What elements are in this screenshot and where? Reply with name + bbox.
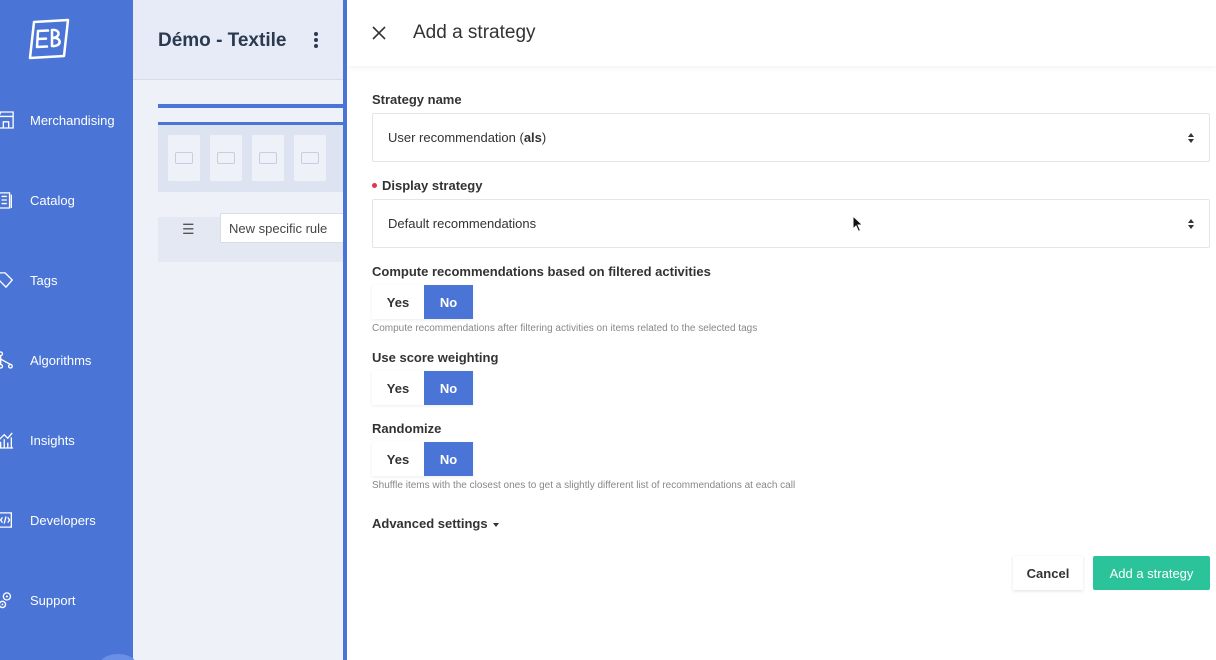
- sidebar-item-merchandising[interactable]: Merchandising: [0, 100, 133, 140]
- progress-bar: [158, 104, 345, 108]
- score-weighting-label: Use score weighting: [372, 350, 499, 365]
- caret-down-icon: [492, 522, 499, 527]
- compute-filtered-toggle: Yes No: [372, 285, 473, 319]
- select-arrows-icon: [1187, 133, 1195, 145]
- tag-icon: [0, 268, 14, 292]
- display-strategy-value: Default recommendations: [388, 216, 537, 231]
- code-icon: [0, 508, 14, 532]
- drag-handle-icon[interactable]: ☰: [182, 221, 195, 238]
- compute-filtered-label: Compute recommendations based on filtere…: [372, 264, 711, 279]
- strategy-name-value: User recommendation (als): [388, 130, 547, 145]
- sidebar-item-support[interactable]: Support: [0, 580, 133, 620]
- strategy-name-label: Strategy name: [372, 92, 462, 107]
- display-strategy-select[interactable]: Default recommendations: [372, 199, 1210, 248]
- compute-filtered-help: Compute recommendations after filtering …: [372, 323, 758, 334]
- sidebar-item-algorithms[interactable]: Algorithms: [0, 340, 133, 380]
- required-indicator: [372, 183, 377, 189]
- randomize-help: Shuffle items with the closest ones to g…: [372, 480, 796, 491]
- close-icon[interactable]: [371, 25, 387, 41]
- chart-icon: [0, 428, 14, 452]
- gears-icon: [0, 588, 14, 612]
- add-strategy-panel: Add a strategy Strategy name User recomm…: [343, 0, 1216, 660]
- sidebar-item-developers[interactable]: Developers: [0, 500, 133, 540]
- sidebar-item-insights[interactable]: Insights: [0, 420, 133, 460]
- add-strategy-button[interactable]: Add a strategy: [1093, 556, 1210, 590]
- display-strategy-label: Display strategy: [372, 178, 482, 193]
- catalog-icon: [0, 188, 14, 212]
- sidebar-item-label: Developers: [30, 512, 96, 528]
- sidebar-item-label: Support: [30, 592, 76, 608]
- sidebar-item-catalog[interactable]: Catalog: [0, 180, 133, 220]
- sidebar-item-label: Insights: [30, 432, 75, 448]
- panel-title: Add a strategy: [413, 22, 536, 43]
- thumbnail-image: [210, 135, 242, 181]
- cancel-button[interactable]: Cancel: [1013, 556, 1083, 590]
- compute-filtered-yes-button[interactable]: Yes: [372, 285, 424, 319]
- randomize-label: Randomize: [372, 421, 442, 436]
- randomize-no-button[interactable]: No: [424, 442, 473, 476]
- logo-icon[interactable]: [26, 18, 72, 60]
- sidebar-item-label: Catalog: [30, 192, 75, 208]
- rule-name-field[interactable]: New specific rule: [220, 213, 345, 243]
- sidebar: Merchandising Catalog Tags Algorithms In…: [0, 0, 136, 660]
- thumbnail-image: [168, 135, 200, 181]
- randomize-yes-button[interactable]: Yes: [372, 442, 424, 476]
- sidebar-item-label: Tags: [30, 272, 58, 288]
- storefront-icon: [0, 108, 14, 132]
- score-weighting-no-button[interactable]: No: [424, 371, 473, 405]
- select-arrows-icon: [1187, 219, 1195, 231]
- thumbnail-image: [252, 135, 284, 181]
- sidebar-item-label: Merchandising: [30, 112, 115, 128]
- kebab-menu-icon[interactable]: [308, 30, 324, 50]
- page-title: Démo - Textile: [158, 30, 287, 51]
- score-weighting-yes-button[interactable]: Yes: [372, 371, 424, 405]
- mouse-cursor-icon: [852, 214, 864, 233]
- randomize-toggle: Yes No: [372, 442, 473, 476]
- help-bubble[interactable]: [100, 654, 136, 660]
- panel-header: Add a strategy: [347, 0, 1216, 66]
- score-weighting-toggle: Yes No: [372, 371, 473, 405]
- advanced-settings-toggle[interactable]: Advanced settings: [372, 516, 499, 531]
- sidebar-item-label: Algorithms: [30, 352, 92, 368]
- sidebar-item-tags[interactable]: Tags: [0, 260, 133, 300]
- strategy-name-select[interactable]: User recommendation (als): [372, 113, 1210, 162]
- algorithm-icon: [0, 348, 14, 372]
- advanced-settings-label: Advanced settings: [372, 516, 488, 531]
- compute-filtered-no-button[interactable]: No: [424, 285, 473, 319]
- thumbnail-image: [294, 135, 326, 181]
